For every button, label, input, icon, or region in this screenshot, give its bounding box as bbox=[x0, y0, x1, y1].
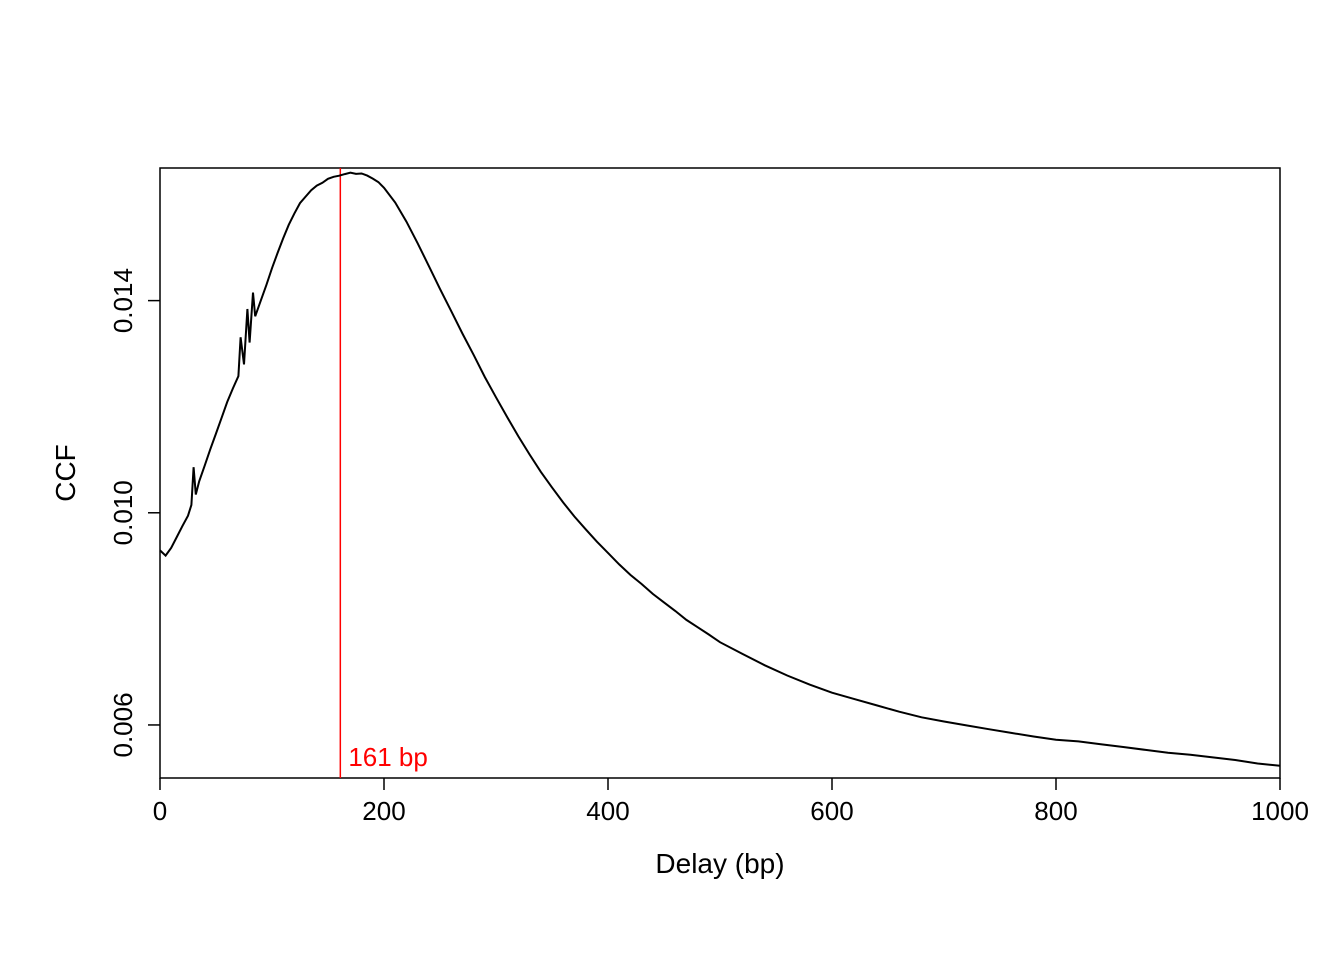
plot-border bbox=[160, 168, 1280, 778]
x-axis: 0 200 400 600 800 1000 bbox=[153, 778, 1309, 826]
x-tick-label: 800 bbox=[1034, 796, 1077, 826]
x-tick-label: 400 bbox=[586, 796, 629, 826]
x-tick-label: 0 bbox=[153, 796, 167, 826]
ccf-delay-chart: 0 200 400 600 800 1000 0.006 0.010 0.014 Delay … bbox=[0, 0, 1344, 960]
x-axis-title: Delay (bp) bbox=[655, 848, 784, 879]
x-tick-label: 200 bbox=[362, 796, 405, 826]
x-tick-label: 600 bbox=[810, 796, 853, 826]
x-tick-label: 1000 bbox=[1251, 796, 1309, 826]
y-tick-label: 0.010 bbox=[108, 480, 138, 545]
ccf-curve bbox=[160, 173, 1280, 766]
y-tick-label: 0.014 bbox=[108, 268, 138, 333]
peak-annotation: 161 bp bbox=[348, 742, 428, 772]
y-axis: 0.006 0.010 0.014 bbox=[108, 268, 160, 757]
y-axis-title: CCF bbox=[50, 444, 81, 502]
y-tick-label: 0.006 bbox=[108, 692, 138, 757]
